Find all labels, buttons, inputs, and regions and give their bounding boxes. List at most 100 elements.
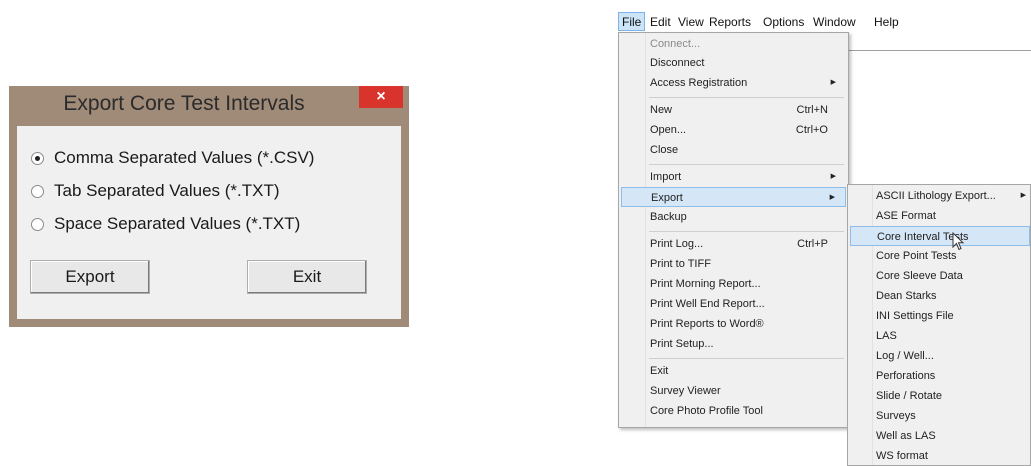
menu-window[interactable]: Window [813,15,856,29]
menu-item-shortcut: Ctrl+O [795,124,828,136]
menu-item-label: Access Registration [650,77,748,89]
mouse-pointer-icon [952,232,965,251]
dialog-title: Export Core Test Intervals [63,92,305,115]
menu-reports[interactable]: Reports [709,15,751,29]
menu-item-label: Print Setup... [650,338,714,350]
menu-item-print-well-end-report[interactable]: Print Well End Report... [621,294,846,314]
submenu-arrow-icon: ▶ [830,79,836,86]
submenu-arrow-icon: ▶ [830,173,836,180]
submenu-item-dean-starks[interactable]: Dean Starks [850,286,1030,306]
menu-item-label: Backup [650,211,687,223]
menu-item-exit[interactable]: Exit [621,361,846,381]
submenu-item-core-interval-tests[interactable]: Core Interval Tests [850,226,1030,246]
menu-item-shortcut: Ctrl+P [797,238,828,250]
menu-item-backup[interactable]: Backup [621,207,846,227]
menu-item-label: Print Morning Report... [650,278,761,290]
submenu-item-label: Dean Starks [876,290,937,302]
menu-edit[interactable]: Edit [650,15,671,29]
menu-item-import[interactable]: Import ▶ [621,167,846,187]
menu-item-label: Open... [650,124,687,136]
submenu-item-core-point-tests[interactable]: Core Point Tests [850,246,1030,266]
submenu-item-ase-format[interactable]: ASE Format [850,206,1030,226]
submenu-item-las[interactable]: LAS [850,326,1030,346]
menu-item-print-setup[interactable]: Print Setup... [621,334,846,354]
menu-item-label: Close [650,144,679,156]
submenu-item-label: Log / Well... [876,350,934,362]
exit-button[interactable]: Exit [247,260,367,294]
menu-file[interactable]: File [618,12,646,31]
radio-label-csv: Comma Separated Values (*.CSV) [54,148,315,167]
radio-label-space: Space Separated Values (*.TXT) [54,214,301,233]
export-button[interactable]: Export [30,260,150,294]
file-menu: Connect... Disconnect Access Registratio… [618,32,849,428]
export-submenu: ASCII Lithology Export... ▶ ASE Format C… [847,184,1031,466]
menu-item-print-tiff[interactable]: Print to TIFF [621,254,846,274]
menu-separator [649,231,844,232]
menu-item-label: Print Well End Report... [650,298,765,310]
radio-button-space[interactable] [31,217,44,231]
menu-item-label: Print Reports to Word® [650,318,764,330]
submenu-item-label: Slide / Rotate [876,390,943,402]
menu-item-connect[interactable]: Connect... [621,34,846,54]
menu-item-access-registration[interactable]: Access Registration ▶ [621,73,846,93]
menu-item-label: Disconnect [650,57,705,69]
radio-button-tab[interactable] [31,184,44,198]
submenu-item-label: Surveys [876,410,916,422]
menu-item-label: New [650,104,673,116]
menu-item-export[interactable]: Export ▶ [621,187,846,207]
submenu-item-slide-rotate[interactable]: Slide / Rotate [850,386,1030,406]
menu-item-print-reports-word[interactable]: Print Reports to Word® [621,314,846,334]
submenu-item-perforations[interactable]: Perforations [850,366,1030,386]
menu-item-disconnect[interactable]: Disconnect [621,53,846,73]
menu-item-close[interactable]: Close [621,140,846,160]
submenu-item-ascii-lithology[interactable]: ASCII Lithology Export... ▶ [850,186,1030,206]
menu-item-label: Export [651,192,683,204]
menu-item-label: Print to TIFF [650,258,711,270]
menu-view[interactable]: View [678,15,704,29]
radio-button-csv[interactable] [31,151,44,165]
menu-item-print-morning-report[interactable]: Print Morning Report... [621,274,846,294]
menu-item-label: Print Log... [650,238,704,250]
menu-item-new[interactable]: New Ctrl+N [621,100,846,120]
menu-separator [649,164,844,165]
menu-item-label: Survey Viewer [650,385,721,397]
radio-label-tab: Tab Separated Values (*.TXT) [54,181,280,200]
menu-item-print-log[interactable]: Print Log... Ctrl+P [621,234,846,254]
submenu-item-well-as-las[interactable]: Well as LAS [850,426,1030,446]
submenu-item-label: Core Sleeve Data [876,270,963,282]
menu-item-core-photo-profile-tool[interactable]: Core Photo Profile Tool [621,401,846,421]
menu-item-label: Connect... [650,38,701,50]
submenu-item-core-sleeve-data[interactable]: Core Sleeve Data [850,266,1030,286]
menu-item-label: Import [650,171,682,183]
menu-item-label: Core Photo Profile Tool [650,405,763,417]
submenu-item-label: WS format [876,450,928,462]
submenu-item-log-well[interactable]: Log / Well... [850,346,1030,366]
radio-option-space[interactable]: Space Separated Values (*.TXT) [31,211,300,237]
menu-item-label: Exit [650,365,669,377]
submenu-item-label: INI Settings File [876,310,954,322]
menu-bar: File Edit View Reports Options Window He… [618,12,1031,34]
menu-separator [649,97,844,98]
menu-separator [649,358,844,359]
menu-item-open[interactable]: Open... Ctrl+O [621,120,846,140]
menu-options[interactable]: Options [763,15,804,29]
window-divider [848,50,1031,51]
radio-option-tab[interactable]: Tab Separated Values (*.TXT) [31,178,280,204]
submenu-item-surveys[interactable]: Surveys [850,406,1030,426]
submenu-item-ini-settings[interactable]: INI Settings File [850,306,1030,326]
radio-option-csv[interactable]: Comma Separated Values (*.CSV) [31,145,314,171]
export-dialog: Export Core Test Intervals × Comma Separ… [9,86,409,327]
close-button[interactable]: × [359,86,403,108]
submenu-item-label: Perforations [876,370,936,382]
submenu-item-label: ASCII Lithology Export... [876,190,996,202]
submenu-item-label: Well as LAS [876,430,936,442]
menu-help[interactable]: Help [874,15,899,29]
submenu-item-label: Core Point Tests [876,250,957,262]
dialog-title-bar[interactable]: Export Core Test Intervals × [9,86,409,124]
submenu-item-label: LAS [876,330,897,342]
submenu-item-label: ASE Format [876,210,936,222]
dialog-body: Comma Separated Values (*.CSV) Tab Separ… [17,126,401,319]
menu-item-shortcut: Ctrl+N [796,104,828,116]
submenu-item-ws-format[interactable]: WS format [850,446,1030,466]
menu-item-survey-viewer[interactable]: Survey Viewer [621,381,846,401]
